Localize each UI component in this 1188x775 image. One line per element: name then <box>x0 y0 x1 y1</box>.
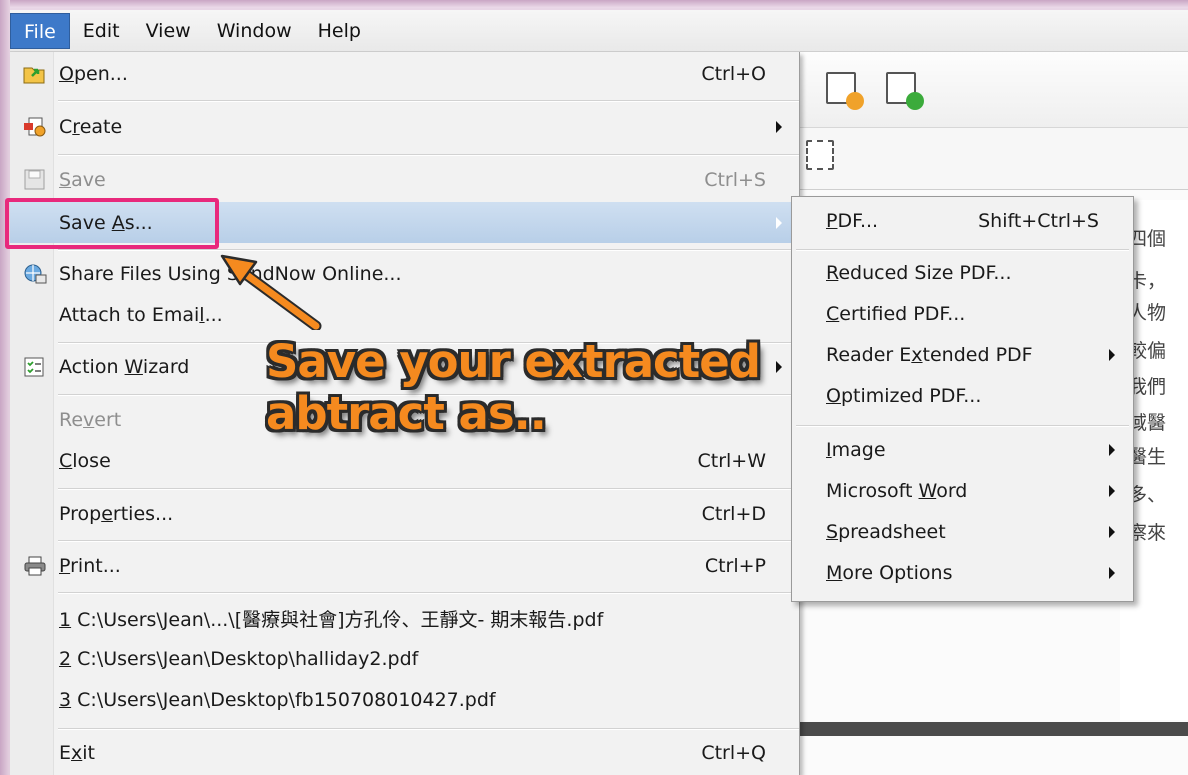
menu-separator <box>58 488 799 490</box>
menu-item-label: Reader Extended PDF <box>826 344 1033 366</box>
menu-file[interactable]: File <box>10 12 70 49</box>
menu-item-recent-file[interactable]: 3 C:\Users\Jean\Desktop\fb150708010427.p… <box>10 680 800 720</box>
document-bottom-bar <box>798 722 1188 736</box>
submenu-item-certified-pdf[interactable]: Certified PDF... <box>792 294 1133 334</box>
submenu-item-pdf[interactable]: PDF... Shift+Ctrl+S <box>792 201 1133 241</box>
callout-line: abtract as.. <box>266 387 547 440</box>
menu-separator <box>58 100 799 102</box>
shortcut-label: Ctrl+P <box>704 555 766 577</box>
submenu-arrow-icon <box>776 121 782 133</box>
refresh-document-icon[interactable] <box>886 72 924 110</box>
menu-item-label: Save <box>59 169 106 191</box>
submenu-arrow-icon <box>1109 444 1115 456</box>
fit-page-icon[interactable] <box>806 140 834 170</box>
toolbar-secondary <box>798 128 1188 190</box>
menu-item-label: More Options <box>826 562 953 584</box>
shortcut-label: Ctrl+W <box>697 450 766 472</box>
save-as-submenu: PDF... Shift+Ctrl+S Reduced Size PDF... … <box>791 196 1134 602</box>
menu-item-label: Image <box>826 439 886 461</box>
annotation-callout: Save your extracted abtract as.. <box>266 336 786 440</box>
menu-item-share-files[interactable]: Share Files Using SendNow Online... <box>10 254 800 294</box>
window-frame-top <box>0 0 1188 8</box>
menu-item-exit[interactable]: Exit Ctrl+Q <box>10 733 800 773</box>
menu-separator <box>58 154 799 156</box>
shortcut-label: Ctrl+D <box>701 503 766 525</box>
callout-line: Save your extracted <box>266 335 761 388</box>
menu-separator <box>796 425 1129 427</box>
menu-item-close[interactable]: Close Ctrl+W <box>10 441 800 481</box>
shortcut-label: Ctrl+O <box>701 63 766 85</box>
recent-file-path: 1 C:\Users\Jean\...\[醫療與社會]方孔伶、王靜文- 期末報告… <box>59 608 604 631</box>
shortcut-label: Ctrl+Q <box>701 742 766 764</box>
submenu-arrow-icon <box>1109 349 1115 361</box>
toolbar-top <box>798 52 1188 128</box>
menu-item-attach-email[interactable]: Attach to Email... <box>10 295 800 335</box>
menu-item-label: Close <box>59 450 111 472</box>
menu-item-properties[interactable]: Properties... Ctrl+D <box>10 494 800 534</box>
shortcut-label: Shift+Ctrl+S <box>978 210 1099 232</box>
menu-separator <box>58 540 799 542</box>
menu-item-label: Revert <box>59 409 122 431</box>
menu-item-recent-file[interactable]: 2 C:\Users\Jean\Desktop\halliday2.pdf <box>10 639 800 679</box>
menu-separator <box>58 249 799 251</box>
submenu-arrow-icon <box>776 216 782 229</box>
submenu-arrow-icon <box>1109 485 1115 497</box>
menu-item-open[interactable]: Open... Ctrl+O <box>10 54 800 94</box>
menu-item-label: Properties... <box>59 503 174 525</box>
printer-icon <box>24 556 46 576</box>
create-document-icon <box>24 117 46 137</box>
menu-item-label: Microsoft Word <box>826 480 968 502</box>
menu-separator <box>796 249 1129 251</box>
menu-item-label: Create <box>59 116 123 138</box>
menu-edit[interactable]: Edit <box>70 13 133 49</box>
recent-file-path: 3 C:\Users\Jean\Desktop\fb150708010427.p… <box>59 689 496 711</box>
menu-item-print[interactable]: Print... Ctrl+P <box>10 546 800 586</box>
menu-item-label: Optimized PDF... <box>826 385 982 407</box>
submenu-item-reduced-size-pdf[interactable]: Reduced Size PDF... <box>792 253 1133 293</box>
menu-item-label: Exit <box>59 742 95 764</box>
submenu-item-spreadsheet[interactable]: Spreadsheet <box>792 512 1133 552</box>
menu-item-create[interactable]: Create <box>10 107 800 147</box>
recent-file-path: 2 C:\Users\Jean\Desktop\halliday2.pdf <box>59 648 419 670</box>
submenu-arrow-icon <box>1109 567 1115 579</box>
menu-item-label: Certified PDF... <box>826 303 966 325</box>
menu-bar: File Edit View Window Help <box>10 10 1188 52</box>
submenu-item-reader-extended-pdf[interactable]: Reader Extended PDF <box>792 335 1133 375</box>
callout-arrow-icon <box>220 254 322 330</box>
save-as-highlight-box <box>5 198 219 249</box>
submenu-item-microsoft-word[interactable]: Microsoft Word <box>792 471 1133 511</box>
shortcut-label: Ctrl+S <box>704 169 766 191</box>
menu-view[interactable]: View <box>133 13 204 49</box>
submenu-arrow-icon <box>1109 526 1115 538</box>
submenu-item-optimized-pdf[interactable]: Optimized PDF... <box>792 376 1133 416</box>
menu-item-label: Reduced Size PDF... <box>826 262 1012 284</box>
menu-item-label: Open... <box>59 63 128 85</box>
window-frame-left <box>0 0 10 775</box>
submenu-item-more-options[interactable]: More Options <box>792 553 1133 593</box>
menu-item-label: Action Wizard <box>59 356 190 378</box>
menu-separator <box>58 728 799 730</box>
menu-window[interactable]: Window <box>204 13 305 49</box>
submenu-item-image[interactable]: Image <box>792 430 1133 470</box>
menu-item-label: Print... <box>59 555 121 577</box>
share-globe-icon <box>24 264 47 284</box>
menu-item-save[interactable]: Save Ctrl+S <box>10 160 800 200</box>
menu-separator <box>58 592 799 594</box>
menu-help[interactable]: Help <box>305 13 374 49</box>
menu-item-label: Spreadsheet <box>826 521 946 543</box>
menu-item-label: Attach to Email... <box>59 304 223 326</box>
menu-item-recent-file[interactable]: 1 C:\Users\Jean\...\[醫療與社會]方孔伶、王靜文- 期末報告… <box>10 598 800 638</box>
open-folder-icon <box>23 67 45 84</box>
save-disk-icon <box>24 169 45 190</box>
menu-item-label: PDF... <box>826 210 879 232</box>
export-document-icon[interactable] <box>826 72 864 110</box>
action-wizard-icon <box>24 357 44 377</box>
